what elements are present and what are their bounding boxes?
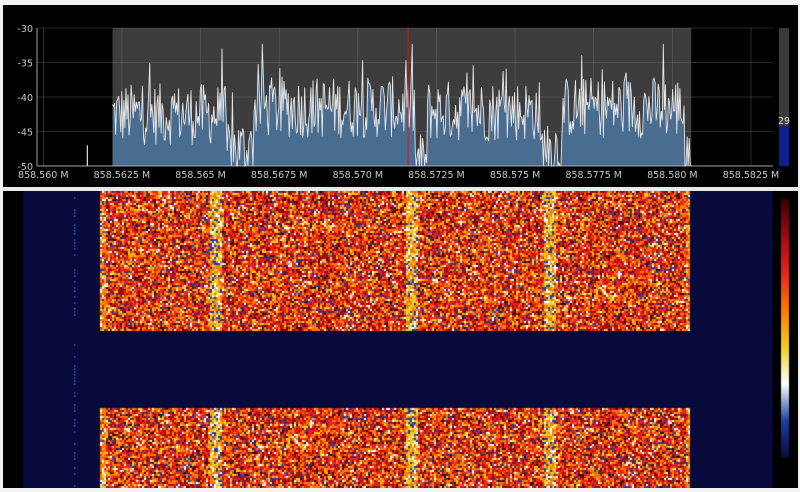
x-tick-label-3: 858.5675 M [251,170,308,181]
x-tick-label-5: 858.5725 M [408,170,465,181]
level-indicator-fill [779,125,789,166]
x-tick-label-2: 858.565 M [175,170,226,181]
y-tick-label-2: -40 [17,93,33,104]
spectrum-plot[interactable]: -30 -35 -40 -45 -50 858.560 M 858.5625 M 858.56… [3,5,798,187]
y-tick-label-1: -35 [17,59,33,70]
waterfall-plot[interactable] [3,191,798,488]
spectrum-svg: -30-35-40-45-50858.560 M 858.5625 M 858.56… [17,24,790,181]
x-tick-label-9: 858.5825 M [723,170,780,181]
x-tick-label-8: 858.580 M [647,170,698,181]
x-tick-label-7: 858.5775 M [565,170,622,181]
x-tick-label-4: 858.570 M [333,170,384,181]
x-tick-label-1: 858.5625 M [94,170,151,181]
level-indicator-value: 29 [778,116,790,127]
x-tick-label-6: 858.575 M [490,170,541,181]
y-tick-label-3: -45 [17,128,33,139]
y-tick-label-0: -30 [17,24,33,35]
waterfall-canvas [3,191,798,488]
x-tick-label-0: 858.560 M [18,170,69,181]
